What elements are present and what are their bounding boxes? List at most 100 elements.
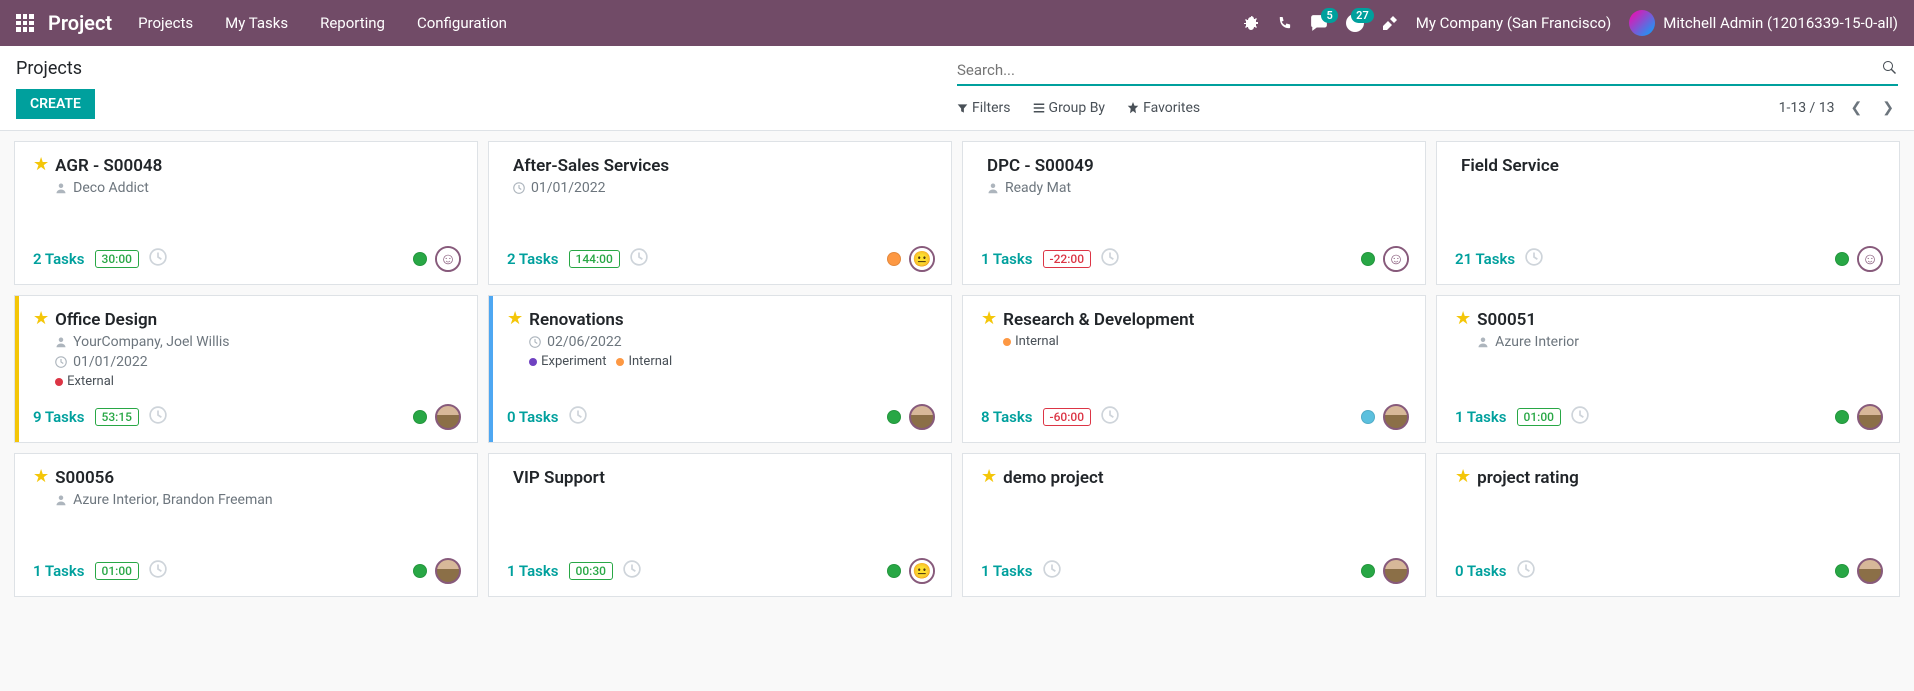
status-dot[interactable] — [887, 252, 901, 266]
avatar-icon[interactable] — [1857, 404, 1883, 430]
chat-badge: 5 — [1321, 8, 1337, 23]
clock-icon[interactable] — [149, 560, 167, 582]
star-icon[interactable]: ★ — [1455, 468, 1471, 486]
card-title: demo project — [1003, 468, 1409, 488]
avatar-icon[interactable] — [1383, 246, 1409, 272]
star-icon[interactable]: ★ — [981, 310, 997, 328]
avatar-icon[interactable] — [1857, 558, 1883, 584]
control-panel: Projects CREATE Filters Group By Favo — [0, 46, 1914, 131]
groupby-label: Group By — [1049, 100, 1106, 116]
clock-icon[interactable] — [1571, 406, 1589, 428]
pager-prev-icon[interactable]: ❮ — [1847, 96, 1867, 120]
chat-icon[interactable]: 5 — [1310, 14, 1328, 32]
bug-icon[interactable] — [1243, 15, 1259, 31]
tasks-link[interactable]: 1 Tasks — [33, 562, 85, 580]
project-card[interactable]: ★project rating0 Tasks — [1436, 453, 1900, 597]
card-title: Office Design — [55, 310, 461, 330]
project-card[interactable]: ★S00056Azure Interior, Brandon Freeman1 … — [14, 453, 478, 597]
tasks-link[interactable]: 1 Tasks — [507, 562, 559, 580]
tasks-link[interactable]: 0 Tasks — [507, 408, 559, 426]
card-title: Field Service — [1461, 156, 1883, 176]
project-card[interactable]: ★Office DesignYourCompany, Joel Willis01… — [14, 295, 478, 443]
status-dot[interactable] — [413, 410, 427, 424]
status-dot[interactable] — [887, 564, 901, 578]
status-dot[interactable] — [1361, 410, 1375, 424]
clock-icon[interactable] — [569, 406, 587, 428]
clock-icon[interactable] — [149, 248, 167, 270]
clock-icon[interactable] — [149, 406, 167, 428]
clock-icon[interactable] — [1101, 406, 1119, 428]
status-dot[interactable] — [1361, 564, 1375, 578]
tasks-link[interactable]: 0 Tasks — [1455, 562, 1507, 580]
nav-my-tasks[interactable]: My Tasks — [225, 14, 288, 32]
star-icon[interactable]: ★ — [33, 310, 49, 328]
tasks-link[interactable]: 2 Tasks — [507, 250, 559, 268]
avatar-icon[interactable] — [435, 404, 461, 430]
filters-button[interactable]: Filters — [957, 100, 1011, 116]
tools-icon[interactable] — [1382, 15, 1398, 31]
tasks-link[interactable]: 8 Tasks — [981, 408, 1033, 426]
card-title: Research & Development — [1003, 310, 1409, 330]
clock-icon[interactable] — [1525, 248, 1543, 270]
tasks-link[interactable]: 21 Tasks — [1455, 250, 1515, 268]
tasks-link[interactable]: 2 Tasks — [33, 250, 85, 268]
nav-configuration[interactable]: Configuration — [417, 14, 507, 32]
phone-icon[interactable] — [1277, 16, 1292, 31]
tasks-link[interactable]: 9 Tasks — [33, 408, 85, 426]
tasks-link[interactable]: 1 Tasks — [981, 562, 1033, 580]
company-switcher[interactable]: My Company (San Francisco) — [1416, 14, 1611, 32]
clock-icon[interactable] — [1043, 560, 1061, 582]
status-dot[interactable] — [1835, 410, 1849, 424]
status-dot[interactable] — [887, 410, 901, 424]
project-card[interactable]: ★Renovations02/06/2022ExperimentInternal… — [488, 295, 952, 443]
avatar-icon[interactable] — [435, 558, 461, 584]
project-card[interactable]: ★S00051Azure Interior1 Tasks01:00 — [1436, 295, 1900, 443]
star-icon[interactable]: ★ — [33, 468, 49, 486]
nav-projects[interactable]: Projects — [138, 14, 193, 32]
project-card[interactable]: DPC - S00049Ready Mat1 Tasks-22:00 — [962, 141, 1426, 285]
project-card[interactable]: ★ demo project 1 Tasks — [962, 453, 1426, 597]
avatar-icon[interactable] — [1857, 246, 1883, 272]
tasks-link[interactable]: 1 Tasks — [981, 250, 1033, 268]
tasks-link[interactable]: 1 Tasks — [1455, 408, 1507, 426]
status-dot[interactable] — [1361, 252, 1375, 266]
project-card[interactable]: VIP Support1 Tasks00:30 — [488, 453, 952, 597]
search-icon[interactable] — [1882, 60, 1898, 80]
clock-icon[interactable] — [1101, 248, 1119, 270]
star-icon[interactable]: ★ — [1455, 310, 1471, 328]
status-dot[interactable] — [413, 252, 427, 266]
favorites-button[interactable]: Favorites — [1127, 100, 1200, 116]
status-dot[interactable] — [413, 564, 427, 578]
pager-value[interactable]: 1-13 / 13 — [1779, 100, 1835, 116]
clock-icon[interactable] — [1517, 560, 1535, 582]
avatar-icon[interactable] — [1383, 404, 1409, 430]
hours-pill: 00:30 — [569, 562, 613, 580]
search-input[interactable] — [957, 61, 1882, 79]
user-menu[interactable]: Mitchell Admin (12016339-15-0-all) — [1629, 10, 1898, 36]
card-tags: ExperimentInternal — [529, 354, 935, 370]
star-icon[interactable]: ★ — [507, 310, 523, 328]
avatar-icon[interactable] — [1383, 558, 1409, 584]
star-icon[interactable]: ★ — [33, 156, 49, 174]
project-card[interactable]: After-Sales Services01/01/20222 Tasks144… — [488, 141, 952, 285]
avatar-icon[interactable] — [435, 246, 461, 272]
activity-icon[interactable]: 27 — [1346, 14, 1364, 32]
status-dot[interactable] — [1835, 564, 1849, 578]
project-card[interactable]: ★AGR - S00048Deco Addict2 Tasks30:00 — [14, 141, 478, 285]
pager-next-icon[interactable]: ❯ — [1878, 96, 1898, 120]
project-card[interactable]: Field Service 21 Tasks — [1436, 141, 1900, 285]
project-card[interactable]: ★Research & DevelopmentInternal8 Tasks-6… — [962, 295, 1426, 443]
star-icon[interactable]: ★ — [981, 468, 997, 486]
app-brand[interactable]: Project — [48, 11, 112, 35]
apps-icon[interactable] — [16, 14, 34, 32]
clock-icon[interactable] — [623, 560, 641, 582]
clock-icon[interactable] — [630, 248, 648, 270]
avatar-icon[interactable] — [909, 404, 935, 430]
groupby-button[interactable]: Group By — [1033, 100, 1106, 116]
hours-pill: 144:00 — [569, 250, 620, 268]
create-button[interactable]: CREATE — [16, 89, 95, 119]
nav-reporting[interactable]: Reporting — [320, 14, 385, 32]
avatar-icon[interactable] — [909, 558, 935, 584]
avatar-icon[interactable] — [909, 246, 935, 272]
status-dot[interactable] — [1835, 252, 1849, 266]
